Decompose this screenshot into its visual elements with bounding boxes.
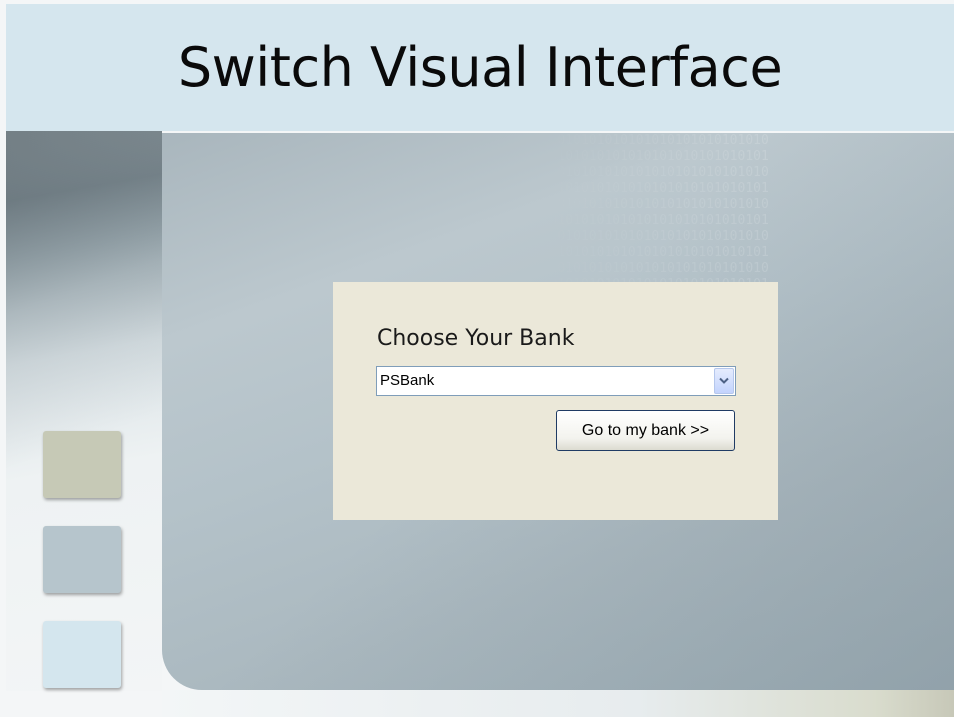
decor-square-1 [43,431,121,498]
title-band: Switch Visual Interface [6,4,954,131]
go-to-bank-button[interactable]: Go to my bank >> [556,410,735,451]
decor-square-2 [43,526,121,593]
bank-select-value: PSBank [380,372,435,389]
slide-title: Switch Visual Interface [177,36,783,99]
bottom-decor-bar [162,690,954,717]
bank-chooser-heading: Choose Your Bank [377,326,575,351]
slide: Switch Visual Interface 1010101010101010… [0,0,954,717]
decor-square-3 [43,621,121,688]
bank-select-dropdown[interactable]: PSBank [376,366,736,396]
left-decor-strip [6,131,162,691]
bank-chooser-panel: Choose Your Bank PSBank Go to my bank >> [333,282,778,520]
chevron-down-icon[interactable] [714,368,734,394]
